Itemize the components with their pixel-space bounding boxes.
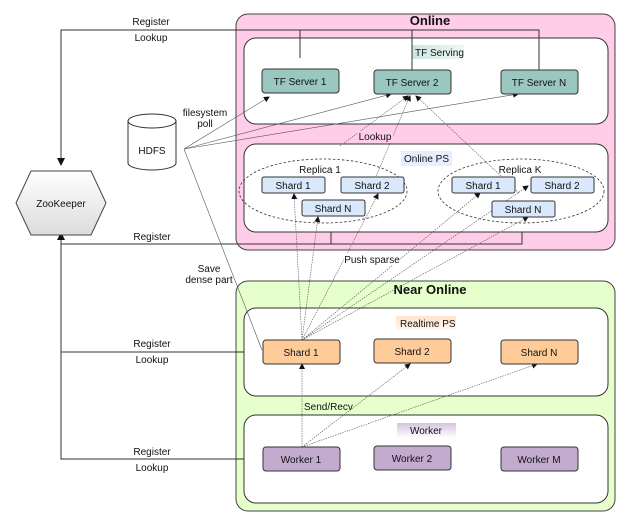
realtime-shard-n-label: Shard N xyxy=(521,348,558,359)
realtime-register-line xyxy=(60,244,244,353)
replica-1-shard-2-label: Shard 2 xyxy=(354,181,389,192)
zookeeper-label: ZooKeeper xyxy=(36,199,86,210)
hdfs-node[interactable]: HDFS xyxy=(127,113,177,171)
replica-k-shard-2-label: Shard 2 xyxy=(544,181,579,192)
replica-1-shard-2[interactable]: Shard 2 xyxy=(340,176,405,194)
architecture-diagram: Online TF Serving Online PS Replica 1 Re… xyxy=(15,13,616,512)
replica-k-shard-1[interactable]: Shard 1 xyxy=(451,176,516,194)
tf-server-1-label: TF Server 1 xyxy=(274,77,327,88)
online-title: Online xyxy=(410,13,450,28)
realtime-shard-1-label: Shard 1 xyxy=(283,348,318,359)
replica-k-shard-n[interactable]: Shard N xyxy=(491,200,556,218)
realtime-ps-label: Realtime PS xyxy=(400,319,456,330)
worker-m-label: Worker M xyxy=(517,455,560,466)
online-ps-register-label: Register xyxy=(133,232,171,243)
lookup-label: Lookup xyxy=(359,132,392,143)
tf-server-1[interactable]: TF Server 1 xyxy=(261,68,340,94)
filesystem-poll-label-line1: filesystem xyxy=(183,108,227,119)
realtime-register-label: Register xyxy=(133,339,171,350)
replica-1-shard-1-label: Shard 1 xyxy=(275,181,310,192)
replica-k-shard-1-label: Shard 1 xyxy=(465,181,500,192)
worker-2[interactable]: Worker 2 xyxy=(373,445,452,471)
tf-servers: TF Server 1 TF Server 2 TF Server N xyxy=(261,68,579,95)
tf-server-2[interactable]: TF Server 2 xyxy=(373,69,452,95)
realtime-shard-1[interactable]: Shard 1 xyxy=(262,339,341,365)
top-register-label: Register xyxy=(132,17,170,28)
worker-2-label: Worker 2 xyxy=(392,454,433,465)
hdfs-label: HDFS xyxy=(138,146,166,157)
save-dense-label-line1: Save xyxy=(198,264,221,275)
replica-1-label: Replica 1 xyxy=(299,165,341,176)
hdfs-cylinder-top xyxy=(127,113,177,129)
realtime-shard-n[interactable]: Shard N xyxy=(500,339,579,365)
realtime-shard-2[interactable]: Shard 2 xyxy=(373,338,452,364)
replica-1-shard-n[interactable]: Shard N xyxy=(301,199,366,217)
near-online-title: Near Online xyxy=(394,282,467,297)
tf-serving-label: TF Serving xyxy=(415,48,464,59)
workers: Worker 1 Worker 2 Worker M xyxy=(262,445,579,472)
replica-1-shard-1[interactable]: Shard 1 xyxy=(261,176,326,194)
tf-server-n[interactable]: TF Server N xyxy=(500,69,579,95)
tf-server-n-label: TF Server N xyxy=(512,78,566,89)
worker-register-label: Register xyxy=(133,447,171,458)
tf-server-2-label: TF Server 2 xyxy=(386,78,439,89)
filesystem-poll-label-line2: poll xyxy=(197,119,213,130)
realtime-ps-shards: Shard 1 Shard 2 Shard N xyxy=(262,338,579,365)
replica-k-label: Replica K xyxy=(499,165,542,176)
worker-register-line xyxy=(60,352,244,460)
realtime-shard-2-label: Shard 2 xyxy=(394,347,429,358)
save-dense-label-line2: dense part xyxy=(185,275,232,286)
worker-1-label: Worker 1 xyxy=(281,455,322,466)
send-recv-label: Send/Recv xyxy=(304,402,353,413)
replica-1-shard-n-label: Shard N xyxy=(315,204,352,215)
realtime-lookup-label: Lookup xyxy=(136,355,169,366)
online-ps-label: Online PS xyxy=(404,154,449,165)
push-sparse-label: Push sparse xyxy=(344,255,400,266)
worker-m[interactable]: Worker M xyxy=(500,446,579,472)
zookeeper-node[interactable]: ZooKeeper xyxy=(15,170,107,236)
top-lookup-label: Lookup xyxy=(135,33,168,44)
replica-k-shard-n-label: Shard N xyxy=(505,205,542,216)
worker-1[interactable]: Worker 1 xyxy=(262,446,341,472)
worker-label: Worker xyxy=(410,426,443,437)
replica-k-shard-2[interactable]: Shard 2 xyxy=(530,176,595,194)
worker-lookup-label: Lookup xyxy=(136,463,169,474)
